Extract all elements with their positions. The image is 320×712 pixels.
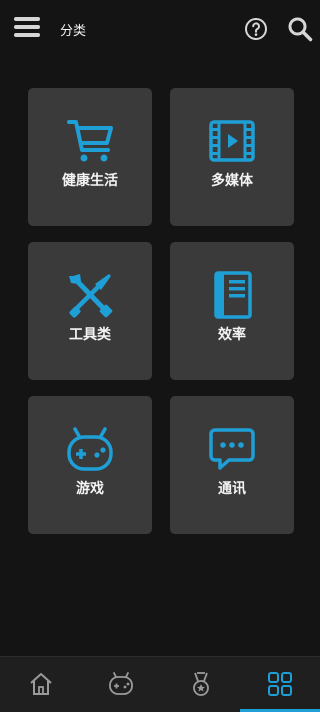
category-label: 效率	[218, 327, 246, 343]
tools-icon	[69, 274, 113, 318]
category-tile-games[interactable]: 游戏	[28, 396, 152, 534]
category-label: 工具类	[69, 327, 111, 343]
grid-icon[interactable]	[267, 671, 293, 697]
notebook-icon	[214, 271, 252, 319]
home-icon[interactable]	[28, 671, 54, 697]
gamepad-icon	[67, 427, 113, 471]
category-tile-health[interactable]: 健康生活	[28, 88, 152, 226]
help-icon[interactable]	[244, 17, 268, 41]
category-label: 健康生活	[62, 173, 118, 189]
category-label: 游戏	[76, 481, 104, 497]
page-title: 分类	[60, 24, 87, 39]
film-video-icon	[209, 120, 255, 162]
category-label: 多媒体	[211, 173, 253, 189]
chat-bubble-icon	[209, 428, 255, 470]
category-tile-communication[interactable]: 通讯	[170, 396, 294, 534]
category-label: 通讯	[218, 481, 246, 497]
category-tile-tools[interactable]: 工具类	[28, 242, 152, 380]
top-bar: 分类	[0, 0, 320, 60]
category-tile-multimedia[interactable]: 多媒体	[170, 88, 294, 226]
bottom-nav	[0, 656, 320, 712]
category-tile-efficiency[interactable]: 效率	[170, 242, 294, 380]
search-icon[interactable]	[287, 16, 313, 42]
gamepad-icon[interactable]	[108, 671, 134, 697]
medal-icon[interactable]	[188, 671, 214, 697]
menu-icon[interactable]	[14, 17, 40, 41]
shopping-cart-icon	[67, 120, 113, 162]
